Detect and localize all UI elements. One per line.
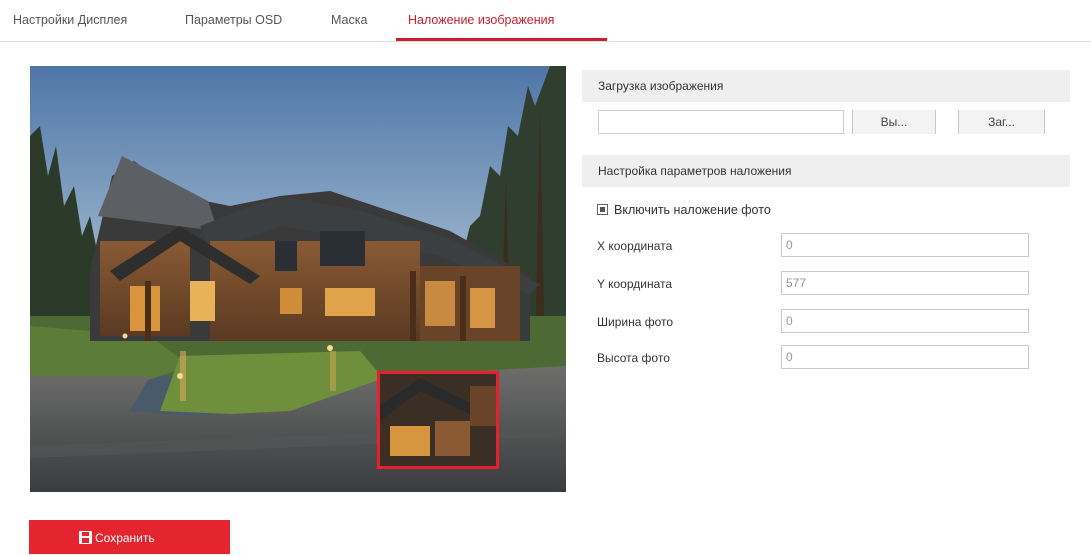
- file-path-field[interactable]: [598, 110, 844, 134]
- photo-width-input[interactable]: [781, 309, 1029, 333]
- photo-height-input[interactable]: [781, 345, 1029, 369]
- floppy-disk-icon: [79, 531, 92, 544]
- enable-overlay-checkbox-row[interactable]: Включить наложение фото: [597, 203, 771, 217]
- y-coordinate-input[interactable]: [781, 271, 1029, 295]
- upload-button[interactable]: Заг...: [958, 110, 1045, 134]
- overlay-settings-header: Настройка параметров наложения: [582, 155, 1070, 187]
- y-coordinate-label: Y координата: [597, 277, 673, 291]
- video-preview: [30, 66, 566, 492]
- overlay-image-box[interactable]: [377, 371, 499, 469]
- tab-display-settings[interactable]: Настройки Дисплея: [13, 13, 127, 27]
- tab-image-overlay[interactable]: Наложение изображения: [408, 13, 554, 27]
- save-button[interactable]: Сохранить: [29, 520, 230, 554]
- upload-section-header: Загрузка изображения: [582, 70, 1070, 102]
- photo-height-label: Высота фото: [597, 351, 670, 365]
- save-button-label: Сохранить: [95, 531, 155, 545]
- browse-button[interactable]: Вы...: [852, 110, 936, 134]
- x-coordinate-input[interactable]: [781, 233, 1029, 257]
- x-coordinate-label: X координата: [597, 239, 673, 253]
- enable-overlay-checkbox[interactable]: [597, 204, 608, 215]
- active-tab-indicator: [396, 38, 607, 41]
- enable-overlay-label: Включить наложение фото: [614, 203, 771, 217]
- tab-osd-parameters[interactable]: Параметры OSD: [185, 13, 282, 27]
- tab-mask[interactable]: Маска: [331, 13, 367, 27]
- photo-width-label: Ширина фото: [597, 315, 674, 329]
- tab-bar: Настройки Дисплея Параметры OSD Маска На…: [0, 0, 1091, 42]
